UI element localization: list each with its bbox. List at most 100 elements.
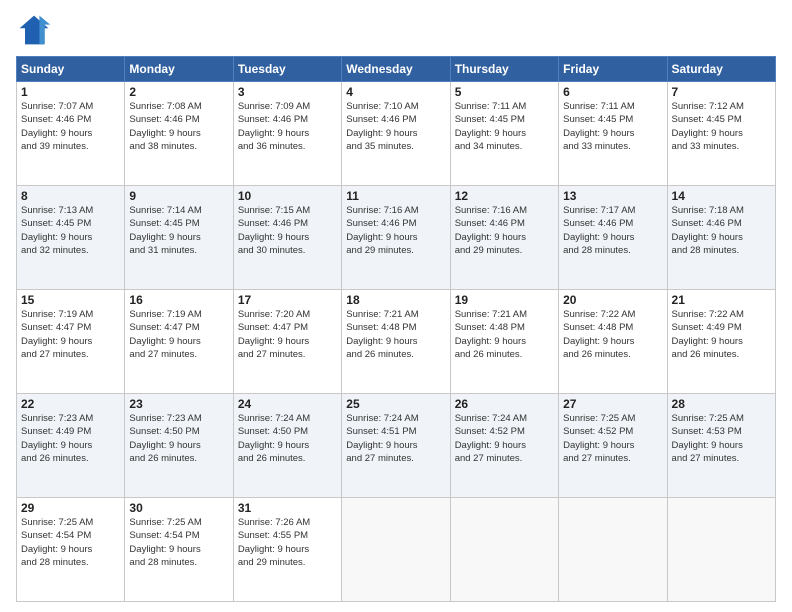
calendar-day-cell: 4Sunrise: 7:10 AM Sunset: 4:46 PM Daylig…	[342, 82, 450, 186]
day-number: 11	[346, 189, 445, 203]
day-info: Sunrise: 7:20 AM Sunset: 4:47 PM Dayligh…	[238, 308, 337, 361]
empty-cell	[559, 498, 667, 602]
calendar-day-cell: 5Sunrise: 7:11 AM Sunset: 4:45 PM Daylig…	[450, 82, 558, 186]
day-number: 16	[129, 293, 228, 307]
calendar-day-cell: 6Sunrise: 7:11 AM Sunset: 4:45 PM Daylig…	[559, 82, 667, 186]
calendar-day-cell: 31Sunrise: 7:26 AM Sunset: 4:55 PM Dayli…	[233, 498, 341, 602]
day-info: Sunrise: 7:16 AM Sunset: 4:46 PM Dayligh…	[455, 204, 554, 257]
day-info: Sunrise: 7:18 AM Sunset: 4:46 PM Dayligh…	[672, 204, 771, 257]
day-info: Sunrise: 7:12 AM Sunset: 4:45 PM Dayligh…	[672, 100, 771, 153]
calendar-day-cell: 22Sunrise: 7:23 AM Sunset: 4:49 PM Dayli…	[17, 394, 125, 498]
calendar-day-cell: 26Sunrise: 7:24 AM Sunset: 4:52 PM Dayli…	[450, 394, 558, 498]
day-info: Sunrise: 7:22 AM Sunset: 4:48 PM Dayligh…	[563, 308, 662, 361]
calendar-day-cell: 16Sunrise: 7:19 AM Sunset: 4:47 PM Dayli…	[125, 290, 233, 394]
weekday-header-friday: Friday	[559, 57, 667, 82]
empty-cell	[450, 498, 558, 602]
day-info: Sunrise: 7:09 AM Sunset: 4:46 PM Dayligh…	[238, 100, 337, 153]
day-number: 8	[21, 189, 120, 203]
day-info: Sunrise: 7:11 AM Sunset: 4:45 PM Dayligh…	[455, 100, 554, 153]
day-number: 20	[563, 293, 662, 307]
day-info: Sunrise: 7:21 AM Sunset: 4:48 PM Dayligh…	[346, 308, 445, 361]
day-number: 22	[21, 397, 120, 411]
calendar-table: SundayMondayTuesdayWednesdayThursdayFrid…	[16, 56, 776, 602]
calendar-day-cell: 24Sunrise: 7:24 AM Sunset: 4:50 PM Dayli…	[233, 394, 341, 498]
day-number: 5	[455, 85, 554, 99]
calendar-day-cell: 12Sunrise: 7:16 AM Sunset: 4:46 PM Dayli…	[450, 186, 558, 290]
logo	[16, 12, 56, 48]
calendar-day-cell: 23Sunrise: 7:23 AM Sunset: 4:50 PM Dayli…	[125, 394, 233, 498]
day-info: Sunrise: 7:10 AM Sunset: 4:46 PM Dayligh…	[346, 100, 445, 153]
day-number: 27	[563, 397, 662, 411]
empty-cell	[667, 498, 775, 602]
calendar-day-cell: 3Sunrise: 7:09 AM Sunset: 4:46 PM Daylig…	[233, 82, 341, 186]
calendar-day-cell: 19Sunrise: 7:21 AM Sunset: 4:48 PM Dayli…	[450, 290, 558, 394]
calendar-week-row: 8Sunrise: 7:13 AM Sunset: 4:45 PM Daylig…	[17, 186, 776, 290]
day-info: Sunrise: 7:25 AM Sunset: 4:53 PM Dayligh…	[672, 412, 771, 465]
calendar-day-cell: 1Sunrise: 7:07 AM Sunset: 4:46 PM Daylig…	[17, 82, 125, 186]
day-info: Sunrise: 7:13 AM Sunset: 4:45 PM Dayligh…	[21, 204, 120, 257]
day-number: 31	[238, 501, 337, 515]
day-info: Sunrise: 7:08 AM Sunset: 4:46 PM Dayligh…	[129, 100, 228, 153]
day-info: Sunrise: 7:25 AM Sunset: 4:52 PM Dayligh…	[563, 412, 662, 465]
calendar-day-cell: 10Sunrise: 7:15 AM Sunset: 4:46 PM Dayli…	[233, 186, 341, 290]
weekday-header-monday: Monday	[125, 57, 233, 82]
calendar-day-cell: 13Sunrise: 7:17 AM Sunset: 4:46 PM Dayli…	[559, 186, 667, 290]
day-info: Sunrise: 7:25 AM Sunset: 4:54 PM Dayligh…	[129, 516, 228, 569]
day-info: Sunrise: 7:24 AM Sunset: 4:51 PM Dayligh…	[346, 412, 445, 465]
day-number: 17	[238, 293, 337, 307]
weekday-header-tuesday: Tuesday	[233, 57, 341, 82]
calendar-day-cell: 25Sunrise: 7:24 AM Sunset: 4:51 PM Dayli…	[342, 394, 450, 498]
weekday-header-sunday: Sunday	[17, 57, 125, 82]
weekday-header-thursday: Thursday	[450, 57, 558, 82]
day-number: 30	[129, 501, 228, 515]
day-number: 29	[21, 501, 120, 515]
weekday-header-wednesday: Wednesday	[342, 57, 450, 82]
calendar-week-row: 29 Sunrise: 7:25 AM Sunset: 4:54 PM Dayli…	[17, 498, 776, 602]
day-number: 13	[563, 189, 662, 203]
calendar-day-cell: 28Sunrise: 7:25 AM Sunset: 4:53 PM Dayli…	[667, 394, 775, 498]
day-info: Sunrise: 7:23 AM Sunset: 4:49 PM Dayligh…	[21, 412, 120, 465]
header	[16, 12, 776, 48]
weekday-header-row: SundayMondayTuesdayWednesdayThursdayFrid…	[17, 57, 776, 82]
day-info: Sunrise: 7:11 AM Sunset: 4:45 PM Dayligh…	[563, 100, 662, 153]
day-info: Sunrise: 7:23 AM Sunset: 4:50 PM Dayligh…	[129, 412, 228, 465]
day-info: Sunrise: 7:14 AM Sunset: 4:45 PM Dayligh…	[129, 204, 228, 257]
logo-icon	[16, 12, 52, 48]
calendar-day-cell: 2Sunrise: 7:08 AM Sunset: 4:46 PM Daylig…	[125, 82, 233, 186]
calendar-day-cell: 7Sunrise: 7:12 AM Sunset: 4:45 PM Daylig…	[667, 82, 775, 186]
day-number: 23	[129, 397, 228, 411]
day-number: 18	[346, 293, 445, 307]
day-number: 4	[346, 85, 445, 99]
day-number: 28	[672, 397, 771, 411]
calendar-day-cell: 9Sunrise: 7:14 AM Sunset: 4:45 PM Daylig…	[125, 186, 233, 290]
calendar-day-cell: 17Sunrise: 7:20 AM Sunset: 4:47 PM Dayli…	[233, 290, 341, 394]
calendar-day-cell: 15Sunrise: 7:19 AM Sunset: 4:47 PM Dayli…	[17, 290, 125, 394]
day-number: 14	[672, 189, 771, 203]
calendar-body: 1Sunrise: 7:07 AM Sunset: 4:46 PM Daylig…	[17, 82, 776, 602]
day-number: 25	[346, 397, 445, 411]
calendar-day-cell: 29Sunrise: 7:25 AM Sunset: 4:54 PM Dayli…	[17, 498, 125, 602]
calendar-day-cell: 8Sunrise: 7:13 AM Sunset: 4:45 PM Daylig…	[17, 186, 125, 290]
day-number: 9	[129, 189, 228, 203]
day-number: 2	[129, 85, 228, 99]
calendar-week-row: 1Sunrise: 7:07 AM Sunset: 4:46 PM Daylig…	[17, 82, 776, 186]
calendar-week-row: 22Sunrise: 7:23 AM Sunset: 4:49 PM Dayli…	[17, 394, 776, 498]
calendar-week-row: 15Sunrise: 7:19 AM Sunset: 4:47 PM Dayli…	[17, 290, 776, 394]
day-number: 15	[21, 293, 120, 307]
day-info: Sunrise: 7:22 AM Sunset: 4:49 PM Dayligh…	[672, 308, 771, 361]
day-number: 12	[455, 189, 554, 203]
day-info: Sunrise: 7:15 AM Sunset: 4:46 PM Dayligh…	[238, 204, 337, 257]
day-info: Sunrise: 7:24 AM Sunset: 4:50 PM Dayligh…	[238, 412, 337, 465]
page: SundayMondayTuesdayWednesdayThursdayFrid…	[0, 0, 792, 612]
day-number: 6	[563, 85, 662, 99]
day-info: Sunrise: 7:21 AM Sunset: 4:48 PM Dayligh…	[455, 308, 554, 361]
calendar-day-cell: 11Sunrise: 7:16 AM Sunset: 4:46 PM Dayli…	[342, 186, 450, 290]
day-info: Sunrise: 7:07 AM Sunset: 4:46 PM Dayligh…	[21, 100, 120, 153]
calendar-day-cell: 30Sunrise: 7:25 AM Sunset: 4:54 PM Dayli…	[125, 498, 233, 602]
calendar-day-cell: 21Sunrise: 7:22 AM Sunset: 4:49 PM Dayli…	[667, 290, 775, 394]
calendar-day-cell: 14Sunrise: 7:18 AM Sunset: 4:46 PM Dayli…	[667, 186, 775, 290]
day-number: 7	[672, 85, 771, 99]
calendar-day-cell: 20Sunrise: 7:22 AM Sunset: 4:48 PM Dayli…	[559, 290, 667, 394]
calendar-day-cell: 18Sunrise: 7:21 AM Sunset: 4:48 PM Dayli…	[342, 290, 450, 394]
day-number: 1	[21, 85, 120, 99]
